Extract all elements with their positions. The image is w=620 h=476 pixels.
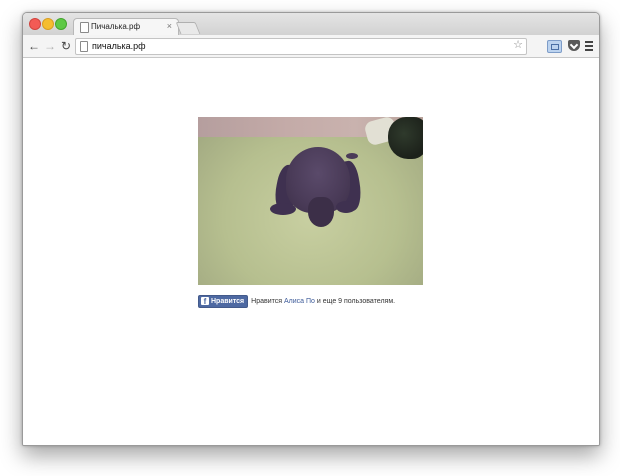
back-arrow-icon[interactable]: ← — [26, 36, 42, 56]
dog-paw — [270, 203, 296, 215]
like-button-label: Нравится — [211, 298, 245, 306]
address-url[interactable]: пичалька.рф — [92, 41, 146, 51]
extension-icon[interactable] — [547, 40, 562, 53]
maximize-window-button[interactable] — [55, 18, 67, 30]
minimize-window-button[interactable] — [42, 18, 54, 30]
dog-photo — [198, 117, 423, 285]
facebook-icon: f — [201, 297, 209, 306]
tab-active[interactable]: Пичалька.рф × — [73, 18, 179, 36]
address-bar[interactable]: пичалька.рф ☆ — [75, 38, 527, 55]
browser-toolbar: ← → ↻ пичалька.рф ☆ — [23, 35, 599, 58]
close-window-button[interactable] — [29, 18, 41, 30]
friend-link[interactable]: Алиса По — [284, 298, 315, 305]
like-text-prefix: Нравится — [251, 298, 283, 306]
reload-icon[interactable]: ↻ — [58, 36, 74, 56]
pocket-icon[interactable] — [568, 40, 580, 51]
tab-strip: Пичалька.рф × — [23, 13, 599, 36]
page-content: f Нравится Нравится Алиса По и еще 9 польз… — [23, 58, 599, 445]
tab-close-icon[interactable]: × — [167, 21, 172, 31]
page-icon — [80, 41, 88, 52]
browser-window: Пичалька.рф × ← → ↻ пичалька.рф ☆ f Нрав… — [22, 12, 600, 446]
photo-plant — [388, 117, 423, 159]
dog-paw — [336, 201, 356, 213]
like-summary: Нравится Алиса По и еще 9 пользователям. — [251, 298, 395, 305]
like-text-suffix: и еще 9 пользователям. — [316, 298, 396, 306]
dog-tail — [346, 153, 358, 159]
facebook-like-button[interactable]: f Нравится — [198, 295, 249, 309]
facebook-like-row: f Нравится Нравится Алиса По и еще 9 польз… — [198, 293, 395, 309]
star-icon[interactable]: ☆ — [513, 38, 523, 51]
page-icon — [80, 22, 89, 33]
dog-snout — [308, 197, 334, 227]
tab-title: Пичалька.рф — [91, 22, 141, 31]
new-tab-button[interactable] — [175, 22, 201, 34]
menu-icon[interactable] — [585, 41, 593, 51]
forward-arrow-icon[interactable]: → — [42, 36, 58, 56]
